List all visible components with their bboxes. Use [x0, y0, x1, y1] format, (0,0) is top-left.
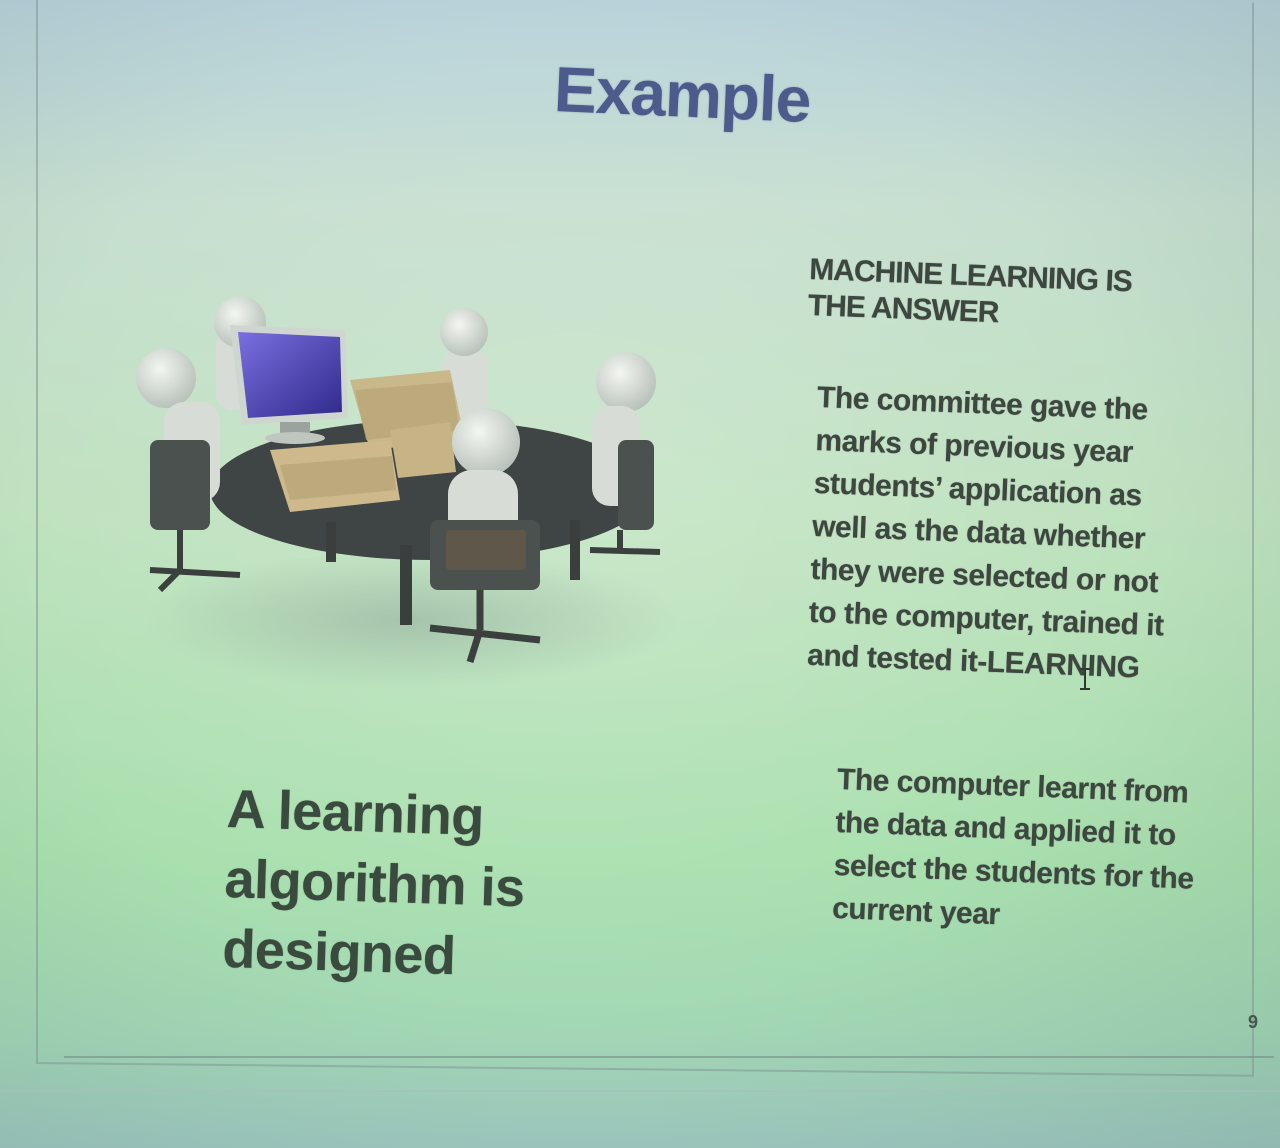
big-statement: A learning algorithm is designed	[221, 778, 526, 987]
screen-edge-line	[0, 1090, 1280, 1092]
monitor	[230, 325, 348, 444]
slide-title: Example	[552, 52, 812, 137]
text-cursor-icon	[1080, 668, 1090, 690]
slide-heading: MACHINE LEARNING IS THE ANSWER	[807, 252, 1133, 330]
paragraph-learning: The committee gave the marks of previous…	[806, 380, 1165, 685]
page-number: 9	[1248, 1012, 1259, 1032]
paragraph-applied: The computer learnt from the data and ap…	[831, 762, 1195, 932]
meeting-table-illustration	[136, 296, 680, 690]
slide-bottom-border	[64, 1056, 1274, 1058]
